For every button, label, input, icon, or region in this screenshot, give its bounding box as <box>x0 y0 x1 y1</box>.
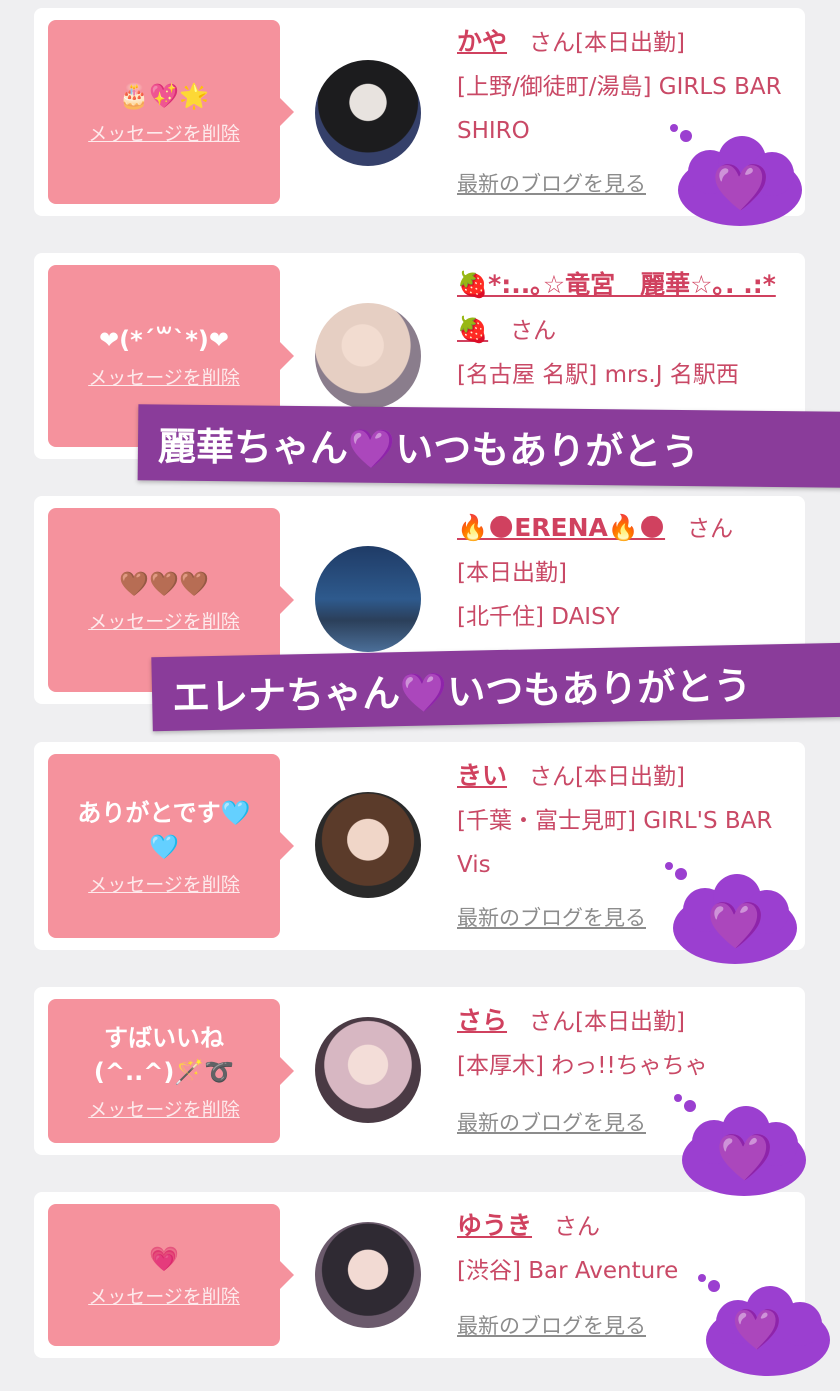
cast-name-link[interactable]: 🔥🌑ERENA🔥🌑 <box>457 513 665 542</box>
avatar[interactable] <box>315 792 421 898</box>
shop-label: [渋谷] Bar Aventure <box>457 1258 679 1284</box>
delete-message-link[interactable]: メッセージを削除 <box>88 363 240 390</box>
avatar[interactable] <box>315 1222 421 1328</box>
thanks-banner: 麗華ちゃん💜いつもありがとう <box>137 404 840 488</box>
message-bubble: ありがとです🩵🩵 メッセージを削除 <box>48 754 294 938</box>
honorific: さん <box>529 30 576 56</box>
latest-blog-link[interactable]: 最新のブログを見る <box>457 168 646 198</box>
cast-name-link[interactable]: さら <box>457 1006 507 1035</box>
message-bubble: 🎂💖🌟 メッセージを削除 <box>48 20 294 204</box>
delete-message-link[interactable]: メッセージを削除 <box>88 607 240 634</box>
latest-blog-link[interactable]: 最新のブログを見る <box>457 1107 646 1137</box>
purple-heart-icon: 💜 <box>732 1307 782 1353</box>
shift-status: [本日出勤] <box>575 764 685 790</box>
shop-label: [名古屋 名駅] mrs.J 名駅西 <box>457 362 739 388</box>
cast-info: 🔥🌑ERENA🔥🌑 さん [本日出勤] [北千住] DAISY <box>457 506 797 639</box>
delete-message-link[interactable]: メッセージを削除 <box>88 1282 240 1309</box>
purple-heart-icon: 💜 <box>707 898 765 952</box>
shift-status: [本日出勤] <box>575 1009 685 1035</box>
delete-message-link[interactable]: メッセージを削除 <box>88 1095 240 1122</box>
message-text: 💗 <box>149 1244 179 1273</box>
cast-info: さら さん[本日出勤] [本厚木] わっ!!ちゃちゃ <box>457 999 797 1088</box>
avatar[interactable] <box>315 546 421 652</box>
message-text: 🤎🤎🤎 <box>119 569 209 598</box>
shop-label: [本厚木] わっ!!ちゃちゃ <box>457 1053 708 1079</box>
avatar[interactable] <box>315 303 421 409</box>
cast-name-link[interactable]: きい <box>457 761 507 790</box>
avatar[interactable] <box>315 60 421 166</box>
purple-heart-icon: 💜 <box>716 1130 774 1184</box>
delete-message-link[interactable]: メッセージを削除 <box>88 119 240 146</box>
honorific: さん <box>529 764 576 790</box>
honorific: さん <box>687 516 734 542</box>
latest-blog-link[interactable]: 最新のブログを見る <box>457 1310 646 1340</box>
message-bubble: 💗 メッセージを削除 <box>48 1204 294 1346</box>
cast-name-link[interactable]: ゆうき <box>457 1211 532 1240</box>
shift-status: [本日出勤] <box>575 30 685 56</box>
banner-text: 麗華ちゃん💜いつもありがとう <box>157 423 700 474</box>
message-text: ❤(*´꒳`*)❤ <box>98 325 229 354</box>
cast-name-link[interactable]: かや <box>457 27 507 56</box>
purple-heart-icon: 💜 <box>712 160 770 214</box>
avatar[interactable] <box>315 1017 421 1123</box>
honorific: さん <box>510 318 557 344</box>
cast-info: 🍓*:..｡☆竜宮 麗華☆｡. .:*🍓 さん [名古屋 名駅] mrs.J 名駅… <box>457 263 797 397</box>
delete-message-link[interactable]: メッセージを削除 <box>88 870 240 897</box>
thanks-banner: エレナちゃん💜いつもありがとう <box>151 642 840 732</box>
message-text: すばいいね(^..^)🪄➰ <box>93 1023 235 1086</box>
latest-blog-link[interactable]: 最新のブログを見る <box>457 902 646 932</box>
honorific: さん <box>554 1214 601 1240</box>
message-text: ありがとです🩵🩵 <box>77 798 251 861</box>
shift-status: [本日出勤] <box>457 560 567 586</box>
message-bubble: すばいいね(^..^)🪄➰ メッセージを削除 <box>48 999 294 1143</box>
banner-text: エレナちゃん💜いつもありがとう <box>171 662 752 720</box>
shop-label: [北千住] DAISY <box>457 604 620 630</box>
message-text: 🎂💖🌟 <box>119 81 209 110</box>
cast-name-link[interactable]: 🍓*:..｡☆竜宮 麗華☆｡. .:*🍓 <box>457 270 776 344</box>
honorific: さん <box>529 1009 576 1035</box>
